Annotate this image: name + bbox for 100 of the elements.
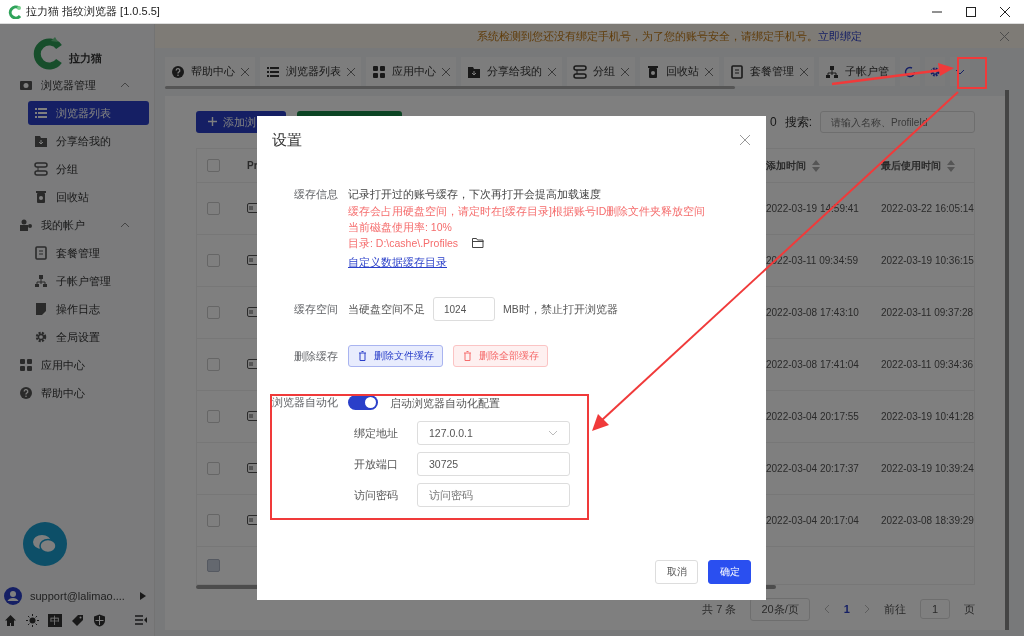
folder-icon (467, 64, 481, 79)
submenu-item[interactable]: 回收站 (28, 185, 149, 209)
menu-item[interactable]: 帮助中心 (0, 379, 154, 407)
submenu-item[interactable]: 子帐户管理 (28, 269, 149, 293)
custom-cache-directory-link[interactable]: 自定义数据缓存目录 (348, 254, 706, 270)
submenu-label: 全局设置 (56, 329, 100, 345)
submenu-item[interactable]: 浏览器列表 (28, 101, 149, 125)
collapse-menu-icon[interactable] (134, 614, 148, 626)
settings-icon (34, 330, 48, 344)
menu-item[interactable]: 应用中心 (0, 351, 154, 379)
table-cell: 2022-03-22 16:05:14 (881, 203, 974, 214)
address-select[interactable]: 127.0.0.1 (417, 421, 570, 445)
prev-page-icon[interactable] (823, 604, 830, 614)
group-icon (34, 162, 48, 176)
notice-text: 系统检测到您还没有绑定手机号，为了您的账号安全，请绑定手机号。立即绑定 (476, 28, 862, 44)
cancel-button[interactable]: 取消 (655, 560, 698, 584)
field-label: 删除缓存 (293, 348, 339, 364)
table-cell: 2022-03-08 18:39:29 (881, 515, 974, 526)
close-icon[interactable] (999, 5, 1011, 18)
field-label: 开放端口 (353, 456, 399, 472)
row-checkbox[interactable] (207, 254, 220, 267)
id-card-icon (247, 514, 259, 525)
tab[interactable]: 浏览器列表 (260, 57, 361, 86)
table-cell-text: 2022-03-08 17:41:04 (766, 359, 860, 370)
menu-item[interactable]: 我的帐户 (0, 211, 154, 239)
table-cell-text: 2022-03-04 20:17:37 (766, 463, 860, 474)
tab[interactable]: 分组 (567, 57, 635, 86)
menu-label: 应用中心 (41, 357, 86, 373)
notebook-icon (34, 302, 48, 316)
settings-icon (929, 65, 941, 78)
submenu-item[interactable]: 全局设置 (28, 325, 149, 349)
tab[interactable]: 分享给我的 (461, 57, 562, 86)
page-input[interactable]: 1 (919, 599, 950, 619)
tab[interactable]: 应用中心 (366, 57, 456, 86)
row-checkbox[interactable] (207, 514, 220, 527)
field-label: 浏览器自动化 (271, 395, 339, 410)
warning-text: 目录: D:\cashe\.Profiles (348, 236, 459, 251)
folder-icon[interactable] (472, 238, 485, 248)
submenu-item[interactable]: 操作日志 (28, 297, 149, 321)
page-number[interactable]: 1 (843, 603, 850, 615)
maximize-icon[interactable] (965, 5, 977, 18)
menu-label: 我的帐户 (41, 217, 86, 233)
delete-cache-button[interactable]: 删除全部缓存 (453, 345, 548, 367)
submenu-label: 套餐管理 (56, 245, 100, 261)
bind-link[interactable]: 立即绑定 (818, 29, 862, 42)
delete-cache-button[interactable]: 删除文件缓存 (348, 345, 443, 367)
tab[interactable]: 帮助中心 (165, 57, 255, 86)
description-text: 记录打开过的账号缓存，下次再打开会提高加载速度 (348, 187, 602, 202)
trash-icon (34, 190, 48, 204)
tab[interactable]: 回收站 (640, 57, 719, 86)
sun-icon[interactable] (26, 613, 39, 627)
submenu-label: 操作日志 (56, 301, 100, 317)
table-cell: 2022-03-19 10:36:15 (881, 255, 974, 266)
hierarchy-icon (34, 274, 48, 288)
tab[interactable]: 子帐户管 (819, 57, 895, 86)
row-checkbox[interactable] (207, 462, 220, 475)
dialog-title: 设置 (272, 130, 302, 150)
user-email[interactable]: support@lalimao.... (30, 590, 132, 602)
row-checkbox[interactable] (207, 358, 220, 371)
chat-button[interactable] (23, 522, 67, 566)
table-cell: 2022-03-19 10:41:28 (881, 411, 974, 422)
page-unit: 页 (964, 601, 975, 617)
menu-item[interactable]: 浏览器管理 (0, 71, 154, 99)
row-checkbox[interactable] (207, 306, 220, 319)
chevron-down-icon (955, 68, 965, 75)
column-header[interactable]: 最后使用时间 (881, 158, 974, 173)
warning-text: 缓存会占用硬盘空间，请定时在[缓存目录]根据账号ID删除文件夹释放空间 (348, 204, 706, 219)
count-text: 0 (769, 115, 777, 129)
column-header[interactable]: 添加时间 (766, 158, 881, 173)
caret-right-icon (140, 592, 146, 600)
field-label: 访问密码 (353, 487, 399, 503)
header-checkbox[interactable] (207, 159, 220, 172)
language-button[interactable]: 中 (48, 613, 62, 627)
submenu-item[interactable]: 分组 (28, 157, 149, 181)
row-checkbox[interactable] (207, 410, 220, 423)
text-field[interactable]: 访问密码 (417, 483, 570, 507)
refresh-icon (904, 65, 916, 78)
table-cell: 2022-03-19 10:39:24 (881, 463, 974, 474)
tag-icon[interactable] (71, 613, 84, 627)
grid-icon (19, 358, 33, 372)
highlight-frame (957, 57, 987, 89)
search-label: 搜索: (784, 113, 812, 131)
text-field[interactable]: 30725 (417, 452, 570, 476)
trash-icon (646, 64, 660, 79)
home-icon[interactable] (4, 613, 17, 627)
tab[interactable]: 套餐管理 (724, 57, 814, 86)
id-card-icon (247, 254, 259, 265)
confirm-button[interactable]: 确定 (708, 560, 751, 584)
plus-icon (208, 117, 217, 126)
row-checkbox[interactable] (207, 202, 220, 215)
next-page-icon[interactable] (863, 604, 870, 614)
submenu-item[interactable]: 套餐管理 (28, 241, 149, 265)
submenu-label: 分组 (56, 161, 78, 177)
logo-text: 拉力猫 (68, 51, 102, 66)
submenu-label: 分享给我的 (56, 133, 111, 149)
help-icon (171, 64, 185, 79)
shield-icon[interactable] (93, 613, 106, 627)
submenu-item[interactable]: 分享给我的 (28, 129, 149, 153)
size-input[interactable]: 1024 (433, 297, 495, 321)
submenu-label: 回收站 (56, 189, 89, 205)
